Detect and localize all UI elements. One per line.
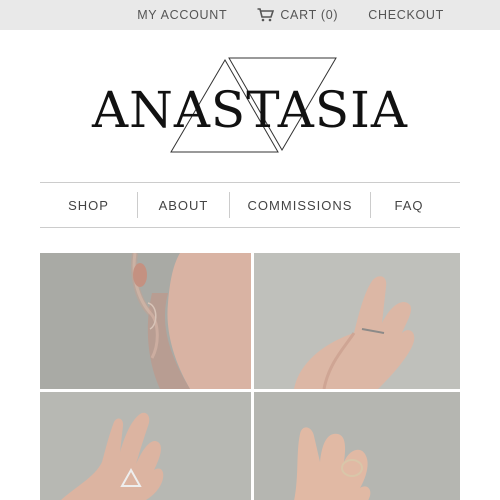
cart-label: CART (0) [280, 8, 339, 22]
cart-icon [257, 8, 275, 22]
cart-link[interactable]: CART (0) [257, 0, 338, 30]
product-tile-triangle-ring[interactable] [40, 392, 251, 500]
thin-ring-photo-icon [254, 253, 460, 389]
product-tile-thin-ring[interactable] [254, 253, 460, 389]
main-nav: SHOP ABOUT COMMISSIONS FAQ [40, 182, 460, 228]
circle-ring-photo-icon [254, 392, 460, 500]
brand-logo[interactable]: ANASTASIA [0, 52, 500, 157]
nav-item-faq[interactable]: FAQ [371, 192, 447, 218]
top-utility-bar: MY ACCOUNT CART (0) CHECKOUT [0, 0, 500, 30]
checkout-link[interactable]: CHECKOUT [368, 0, 444, 30]
product-tile-circle-ring[interactable] [254, 392, 460, 500]
earring-photo-icon [40, 253, 251, 389]
triangle-ring-photo-icon [40, 392, 251, 500]
my-account-link[interactable]: MY ACCOUNT [137, 0, 227, 30]
logo-text: ANASTASIA [91, 81, 409, 139]
nav-item-shop[interactable]: SHOP [40, 192, 137, 218]
nav-item-about[interactable]: ABOUT [138, 192, 229, 218]
nav-item-commissions[interactable]: COMMISSIONS [230, 192, 370, 218]
product-tile-earring[interactable] [40, 253, 251, 389]
product-grid [40, 253, 460, 500]
